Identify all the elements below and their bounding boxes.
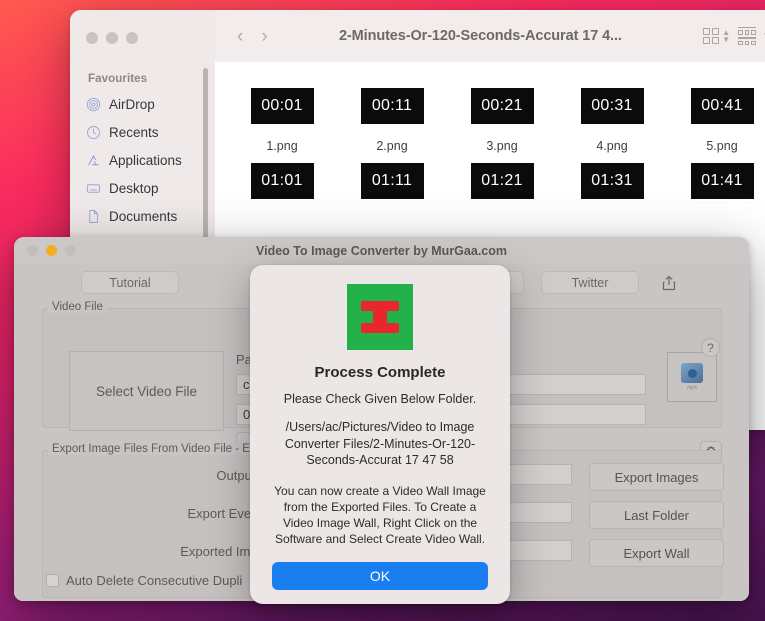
file-thumbnail: 01:11 — [360, 163, 424, 199]
sidebar-item-recents[interactable]: Recents — [78, 118, 208, 146]
dialog-output-path: /Users/ac/Pictures/Video to Image Conver… — [284, 420, 476, 468]
file-name: 3.png — [486, 139, 518, 153]
applications-icon — [88, 154, 99, 165]
auto-delete-label: Auto Delete Consecutive Dupli — [66, 573, 243, 588]
dialog-heading: Process Complete — [314, 364, 446, 381]
file-name: 2.png — [376, 139, 408, 153]
finder-minimize-button[interactable] — [106, 32, 118, 44]
view-mode-button[interactable]: ▲ ▼ — [703, 28, 730, 44]
sidebar-item-applications[interactable]: Applications — [78, 146, 208, 174]
group-by-icon — [738, 26, 757, 46]
sidebar-group-title: Favourites — [88, 73, 148, 85]
document-icon — [89, 209, 98, 223]
file-thumbnail: 01:31 — [580, 163, 644, 199]
export-panel-caption: Export Image Files From Video File - Ex — [48, 443, 260, 455]
video-file-icon — [681, 363, 703, 383]
sidebar-item-airdrop[interactable]: AirDrop — [78, 90, 208, 118]
sidebar-item-label: Recents — [109, 124, 159, 140]
file-item[interactable]: 01:41 — [667, 163, 765, 199]
file-thumbnail: 00:11 — [360, 88, 424, 124]
file-item[interactable]: 01:01 — [227, 163, 337, 199]
file-thumbnail: 01:41 — [690, 163, 754, 199]
airdrop-icon — [86, 97, 101, 111]
sidebar-scrollbar[interactable] — [203, 68, 208, 243]
tutorial-button[interactable]: Tutorial — [81, 271, 179, 294]
help-button[interactable]: ? — [701, 338, 720, 357]
clock-icon — [87, 125, 100, 139]
finder-window-title: 2-Minutes-Or-120-Seconds-Accurat 17 4... — [338, 28, 622, 44]
sidebar-list: AirDrop Recents Applications Desktop Doc… — [78, 90, 208, 258]
select-video-file-dropzone[interactable]: Select Video File — [69, 351, 224, 431]
finder-sidebar-header — [70, 10, 215, 62]
file-name: 5.png — [706, 139, 738, 153]
process-complete-dialog: Process Complete Please Check Given Belo… — [250, 265, 510, 604]
dialog-note: You can now create a Video Wall Image fr… — [274, 483, 486, 547]
dialog-subtitle: Please Check Given Below Folder. — [283, 392, 477, 406]
sidebar-item-desktop[interactable]: Desktop — [78, 174, 208, 202]
sidebar-item-label: Applications — [109, 152, 182, 168]
export-wall-button[interactable]: Export Wall — [589, 539, 724, 567]
app-titlebar: Video To Image Converter by MurGaa.com — [14, 237, 749, 264]
file-item[interactable]: 01:11 — [337, 163, 447, 199]
sidebar-item-label: Desktop — [109, 180, 159, 196]
file-item[interactable]: 00:01 1.png — [227, 88, 337, 153]
file-item[interactable]: 00:31 4.png — [557, 88, 667, 153]
finder-toolbar-right: ▲▼ ▼ — [703, 26, 765, 46]
file-name: 1.png — [266, 139, 298, 153]
file-thumbnail: 01:01 — [250, 163, 314, 199]
file-item[interactable]: 01:21 — [447, 163, 557, 199]
export-images-button[interactable]: Export Images — [589, 463, 724, 491]
finder-maximize-button[interactable] — [126, 32, 138, 44]
share-button[interactable] — [656, 270, 682, 295]
video-file-caption: Video File — [48, 301, 107, 313]
back-icon[interactable]: ‹ — [237, 27, 243, 46]
file-name: 4.png — [596, 139, 628, 153]
sidebar-item-label: AirDrop — [109, 96, 155, 112]
file-item[interactable]: 00:21 3.png — [447, 88, 557, 153]
sidebar-item-documents[interactable]: Documents — [78, 202, 208, 230]
twitter-button[interactable]: Twitter — [541, 271, 639, 294]
green-red-ibeam-icon — [347, 284, 413, 350]
file-thumbnail: 00:21 — [470, 88, 534, 124]
finder-traffic-lights[interactable] — [86, 32, 138, 44]
auto-delete-checkbox[interactable] — [46, 574, 59, 587]
file-item[interactable]: 01:31 — [557, 163, 667, 199]
dialog-ok-button[interactable]: OK — [272, 561, 488, 590]
grid-view-icon — [703, 28, 720, 44]
chevron-up-down-icon[interactable]: ▲ ▼ — [722, 29, 730, 44]
last-folder-button[interactable]: Last Folder — [589, 501, 724, 529]
finder-close-button[interactable] — [86, 32, 98, 44]
file-item[interactable]: 00:41 5.png — [667, 88, 765, 153]
video-thumbnail-caption: mp4 — [687, 385, 697, 391]
share-icon — [662, 275, 676, 290]
ibeam-shape — [361, 301, 399, 333]
sidebar-item-label: Documents — [109, 208, 178, 224]
file-item[interactable]: 00:11 2.png — [337, 88, 447, 153]
file-thumbnail: 01:21 — [470, 163, 534, 199]
file-thumbnail: 00:41 — [690, 88, 754, 124]
finder-toolbar: ‹ › 2-Minutes-Or-120-Seconds-Accurat 17 … — [215, 10, 765, 62]
file-thumbnail: 00:31 — [580, 88, 644, 124]
desktop-icon — [86, 183, 101, 193]
file-thumbnail: 00:01 — [250, 88, 314, 124]
video-thumbnail-preview[interactable]: mp4 — [667, 352, 717, 402]
group-by-button[interactable]: ▼ — [738, 26, 765, 46]
app-window-title: Video To Image Converter by MurGaa.com — [256, 243, 507, 258]
